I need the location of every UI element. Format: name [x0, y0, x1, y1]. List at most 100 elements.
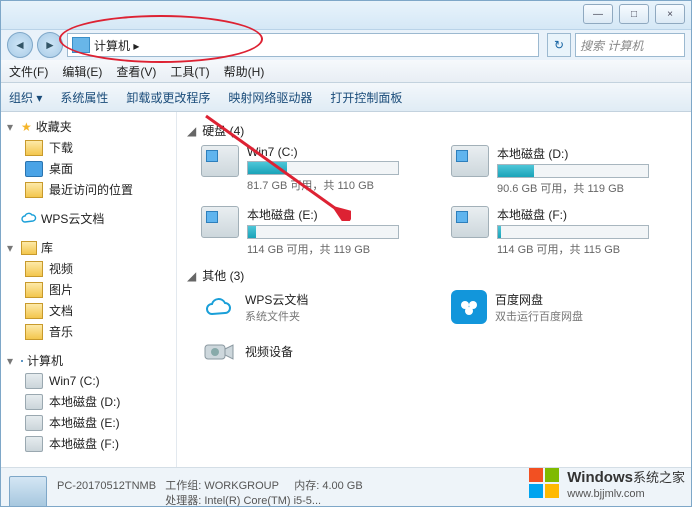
drive-icon [25, 436, 43, 452]
drive-icon [201, 206, 239, 238]
drive-grid: Win7 (C:)81.7 GB 可用，共 110 GB 本地磁盘 (D:) 90.… [201, 145, 681, 257]
watermark: Windows系统之家 www.bjjmlv.com [527, 466, 685, 500]
group-drives-head[interactable]: ◢ 硬盘 (4) [187, 122, 681, 139]
sidebar-computer-head[interactable]: ▾计算机 [1, 350, 176, 371]
computer-icon [72, 37, 90, 53]
status-text: PC-20170512TNMB 工作组: WORKGROUP 内存: 4.00 … [57, 479, 363, 507]
other-item[interactable]: 视频设备 [201, 334, 421, 368]
sidebar-item-videos[interactable]: 视频 [1, 258, 176, 279]
body: ▾ ★ 收藏夹 下载 桌面 最近访问的位置 WPS云文档 ▾库 视频 图片 文档… [1, 112, 691, 467]
drive-usage-bar [497, 164, 649, 178]
drive-free-text: 114 GB 可用，共 115 GB [497, 241, 671, 257]
drive-item[interactable]: 本地磁盘 (F:) 114 GB 可用，共 115 GB [451, 206, 671, 257]
drive-icon [451, 206, 489, 238]
explorer-window: — □ × ◄ ► 计算机 ▸ ↻ 搜索 计算机 文件(F) 编辑(E) 查看(… [0, 0, 692, 507]
titlebar: — □ × [1, 1, 691, 30]
search-placeholder: 搜索 计算机 [580, 37, 643, 54]
tb-organize[interactable]: 组织 ▾ [9, 89, 42, 106]
menu-edit[interactable]: 编辑(E) [62, 63, 102, 80]
other-item[interactable]: WPS云文档系统文件夹 [201, 290, 421, 324]
forward-button[interactable]: ► [37, 32, 63, 58]
tb-system-props[interactable]: 系统属性 [60, 89, 108, 106]
folder-icon [25, 303, 43, 319]
address-bar[interactable]: 计算机 ▸ [67, 33, 539, 57]
maximize-button[interactable]: □ [619, 4, 649, 24]
main-pane: ◢ 硬盘 (4) Win7 (C:)81.7 GB 可用，共 110 GB 本地磁… [177, 112, 691, 467]
computer-icon [9, 476, 47, 507]
library-icon [21, 241, 37, 255]
refresh-button[interactable]: ↻ [547, 33, 571, 57]
computer-icon [21, 360, 23, 362]
sidebar-favorites-head[interactable]: ▾ ★ 收藏夹 [1, 116, 176, 137]
tb-uninstall[interactable]: 卸载或更改程序 [126, 89, 210, 106]
item-name: WPS云文档 [245, 291, 308, 308]
sidebar-item-drive-e[interactable]: 本地磁盘 (E:) [1, 412, 176, 433]
menu-help[interactable]: 帮助(H) [224, 63, 265, 80]
drive-name: 本地磁盘 (F:) [497, 206, 671, 223]
sidebar: ▾ ★ 收藏夹 下载 桌面 最近访问的位置 WPS云文档 ▾库 视频 图片 文档… [1, 112, 177, 467]
drive-name: Win7 (C:) [247, 145, 421, 159]
folder-icon [25, 324, 43, 340]
item-sub: 系统文件夹 [245, 308, 308, 324]
drive-usage-bar [247, 225, 399, 239]
cloud-icon [201, 290, 237, 324]
drive-item[interactable]: Win7 (C:)81.7 GB 可用，共 110 GB [201, 145, 421, 196]
drives-label: 硬盘 (4) [202, 122, 244, 139]
menu-view[interactable]: 查看(V) [116, 63, 156, 80]
sidebar-item-desktop[interactable]: 桌面 [1, 158, 176, 179]
back-button[interactable]: ◄ [7, 32, 33, 58]
sidebar-item-pictures[interactable]: 图片 [1, 279, 176, 300]
collapse-icon: ◢ [187, 269, 196, 283]
sidebar-libraries: ▾库 视频 图片 文档 音乐 [1, 237, 176, 342]
sidebar-item-music[interactable]: 音乐 [1, 321, 176, 342]
menu-file[interactable]: 文件(F) [9, 63, 48, 80]
drive-icon [451, 145, 489, 177]
other-item[interactable]: 百度网盘双击运行百度网盘 [451, 290, 671, 324]
menu-tools[interactable]: 工具(T) [170, 63, 209, 80]
address-text: 计算机 ▸ [94, 37, 139, 54]
drive-name: 本地磁盘 (E:) [247, 206, 421, 223]
drive-free-text: 90.6 GB 可用，共 119 GB [497, 180, 671, 196]
folder-icon [25, 140, 43, 156]
tb-map-drive[interactable]: 映射网络驱动器 [228, 89, 312, 106]
item-sub: 双击运行百度网盘 [495, 308, 583, 324]
sidebar-item-downloads[interactable]: 下载 [1, 137, 176, 158]
sidebar-computer: ▾计算机 Win7 (C:) 本地磁盘 (D:) 本地磁盘 (E:) 本地磁盘 … [1, 350, 176, 454]
drive-icon [25, 373, 43, 389]
tb-control-panel[interactable]: 打开控制面板 [330, 89, 402, 106]
sidebar-favorites: ▾ ★ 收藏夹 下载 桌面 最近访问的位置 [1, 116, 176, 200]
sidebar-wps[interactable]: WPS云文档 [1, 208, 176, 229]
favorites-label: 收藏夹 [36, 118, 72, 135]
drive-name: 本地磁盘 (D:) [497, 145, 671, 162]
menu-bar: 文件(F) 编辑(E) 查看(V) 工具(T) 帮助(H) [1, 60, 691, 83]
sidebar-libraries-head[interactable]: ▾库 [1, 237, 176, 258]
windows-logo-icon [527, 466, 561, 500]
other-grid: WPS云文档系统文件夹百度网盘双击运行百度网盘视频设备 [201, 290, 681, 368]
sidebar-item-drive-f[interactable]: 本地磁盘 (F:) [1, 433, 176, 454]
sidebar-item-drive-d[interactable]: 本地磁盘 (D:) [1, 391, 176, 412]
drive-item[interactable]: 本地磁盘 (D:) 90.6 GB 可用，共 119 GB [451, 145, 671, 196]
folder-icon [25, 282, 43, 298]
search-input[interactable]: 搜索 计算机 [575, 33, 685, 57]
drive-item[interactable]: 本地磁盘 (E:)114 GB 可用，共 119 GB [201, 206, 421, 257]
sidebar-item-recent[interactable]: 最近访问的位置 [1, 179, 176, 200]
other-label: 其他 (3) [202, 267, 244, 284]
sidebar-item-documents[interactable]: 文档 [1, 300, 176, 321]
desktop-icon [25, 161, 43, 177]
expand-icon: ▾ [7, 241, 17, 255]
drive-icon [25, 415, 43, 431]
folder-icon [25, 261, 43, 277]
drive-icon [25, 394, 43, 410]
toolbar: 组织 ▾ 系统属性 卸载或更改程序 映射网络驱动器 打开控制面板 [1, 83, 691, 112]
item-name: 百度网盘 [495, 291, 583, 308]
item-name: 视频设备 [245, 343, 293, 360]
baidu-icon [451, 290, 487, 324]
drive-usage-bar [497, 225, 649, 239]
close-button[interactable]: × [655, 4, 685, 24]
recent-icon [25, 182, 43, 198]
group-other-head[interactable]: ◢ 其他 (3) [187, 267, 681, 284]
cam-icon [201, 334, 237, 368]
minimize-button[interactable]: — [583, 4, 613, 24]
sidebar-item-drive-c[interactable]: Win7 (C:) [1, 371, 176, 391]
address-row: ◄ ► 计算机 ▸ ↻ 搜索 计算机 [1, 30, 691, 60]
